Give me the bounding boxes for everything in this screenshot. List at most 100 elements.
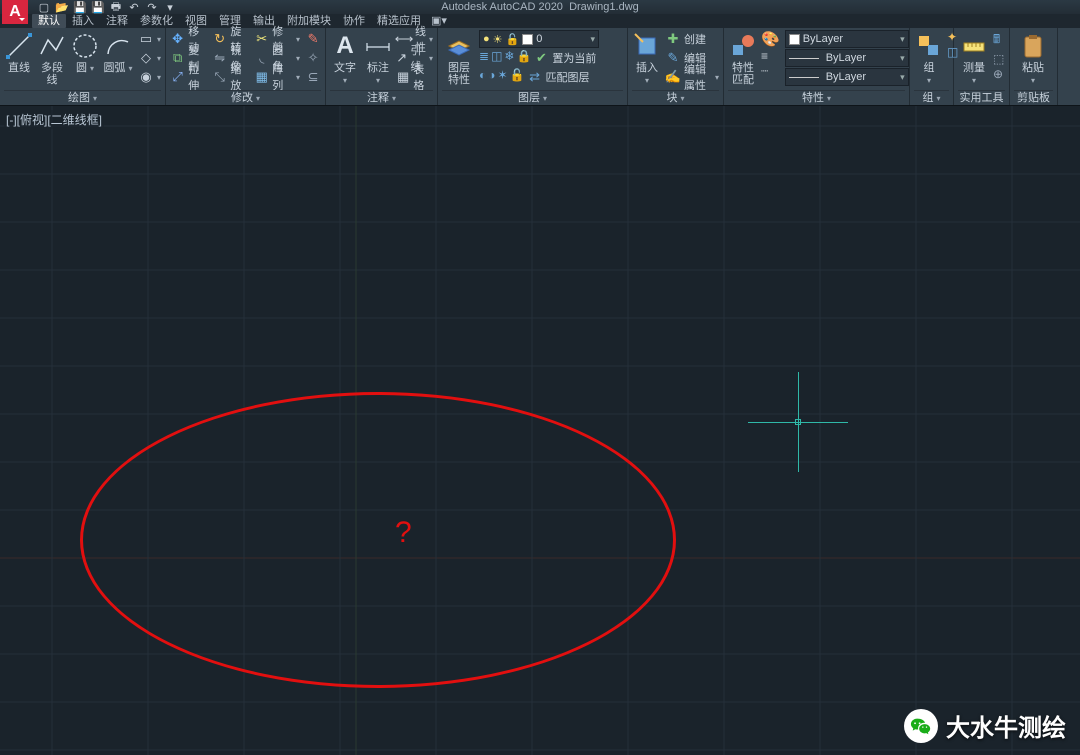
lineweight-combo[interactable]: ByLayer▾ [785,49,909,67]
line-button[interactable]: 直线 [4,30,34,74]
measure-button[interactable]: 测量▾ [958,30,990,87]
panel-title-annotate[interactable]: 注释 [330,90,433,105]
matchprop-icon [728,31,758,61]
layers-icon [444,31,474,61]
layer-freeze-icon[interactable]: ❄ [504,49,514,67]
panel-title-props[interactable]: 特性 [728,90,905,105]
array-icon: ▦ [254,69,269,85]
point-icon[interactable]: ⊕ [993,67,1004,81]
layer-iso-icon[interactable]: ◫ [491,49,502,67]
open-icon[interactable]: 📂 [53,0,71,14]
tab-more-icon[interactable]: ▣▾ [427,14,451,28]
color-swatch [789,34,800,45]
dimension-button[interactable]: 标注▾ [363,30,393,87]
panel-title-groups[interactable]: 组 [914,90,949,105]
edit-attr-button[interactable]: ✍编辑属性▾ [665,68,719,86]
color-combo[interactable]: ByLayer▾ [785,30,909,48]
layer-combo[interactable]: ● ☀ 🔓 0 ▾ [479,30,599,48]
matchprop-button[interactable]: 特性 匹配 [728,30,758,86]
viewport-label[interactable]: [-][俯视][二维线框] [4,110,104,129]
circle-button[interactable]: 圆 ▾ [70,30,100,75]
watermark-text: 大水牛测绘 [946,708,1066,743]
move-icon: ✥ [170,31,185,47]
ellipse-icon: ◉ [138,69,154,85]
offset-icon: ⊆ [305,69,321,85]
color-wheel-icon[interactable]: 🎨 [761,30,780,48]
fillet-icon: ◟ [254,50,269,66]
polyline-button[interactable]: 多段线 [37,30,67,86]
group-button[interactable]: 组▾ [914,30,944,87]
layer-props-button[interactable]: 图层 特性 [442,30,476,86]
save-icon[interactable]: 💾 [71,0,89,14]
tab-default[interactable]: 默认 [32,14,66,28]
polyline-icon [37,31,67,61]
panel-title-modify[interactable]: 修改 [170,90,321,105]
erase-button[interactable]: ✎ [305,30,321,48]
panel-draw: 直线 多段线 圆 ▾ 圆弧 ▾ ▭▾ [0,28,166,105]
stretch-button[interactable]: ⤢拉伸 [170,68,209,86]
calc-icon[interactable]: 🖩 [993,30,1004,51]
layer-state-icon[interactable]: ≣ [479,49,489,67]
select-icon[interactable]: ⬚ [993,52,1004,66]
app-menu-button[interactable]: A [2,0,28,24]
layer-lock-icon[interactable]: 🔒 [516,49,531,67]
linetype-icon[interactable]: ┈ [761,64,780,78]
new-icon[interactable]: ▢ [35,0,53,14]
offset-button[interactable]: ⊆ [305,68,321,86]
tab-collab[interactable]: 协作 [337,14,371,28]
panel-title-draw[interactable]: 绘图 [4,90,161,105]
saveas-icon[interactable]: 💾 [89,0,107,14]
make-current-button[interactable]: ✔置为当前 [533,49,596,67]
drawing-canvas[interactable]: [-][俯视][二维线框] ? 大水牛测绘 [0,106,1080,755]
undo-icon[interactable]: ↶ [125,0,143,14]
group-icon [914,31,944,61]
layer-thaw-icon[interactable]: ✶ [498,68,508,86]
layer-unlock-icon[interactable]: 🔓 [510,68,525,86]
tab-parametric[interactable]: 参数化 [134,14,179,28]
array-button[interactable]: ▦阵列▾ [254,68,300,86]
scale-button[interactable]: ⤡缩放 [212,68,251,86]
qat-more-icon[interactable]: ▾ [161,0,179,14]
ribbon-tabs: 默认 插入 注释 参数化 视图 管理 输出 附加模块 协作 精选应用 ▣▾ [0,14,1080,28]
ellipse-button[interactable]: ◉▾ [138,68,161,86]
tab-insert[interactable]: 插入 [66,14,100,28]
layer-off-icon[interactable]: ◐ [479,68,486,86]
linetype-combo[interactable]: ByLayer▾ [785,68,909,86]
insert-button[interactable]: 插入▾ [632,30,662,87]
panel-title-block[interactable]: 块 [632,90,719,105]
lineweight-icon[interactable]: ≡ [761,49,780,63]
paste-button[interactable]: 粘贴▾ [1014,30,1052,87]
create-icon: ✚ [665,31,681,47]
hatch-icon: ◇ [138,50,154,66]
panel-title-utils[interactable]: 实用工具 [958,90,1005,105]
ribbon: 直线 多段线 圆 ▾ 圆弧 ▾ ▭▾ [0,28,1080,106]
hatch-button[interactable]: ◇▾ [138,49,161,67]
line-icon [4,31,34,61]
panel-utils: 测量▾ 🖩 ⬚ ⊕ 实用工具 [954,28,1010,105]
arc-button[interactable]: 圆弧 ▾ [103,30,133,75]
lock-icon: 🔓 [506,33,520,46]
rectangle-button[interactable]: ▭▾ [138,30,161,48]
table-button[interactable]: ▦表格 [396,68,433,86]
layer-on-icon[interactable]: ◑ [488,68,495,86]
wechat-icon [904,709,938,743]
panel-groups: 组▾ ✦ ◫ 组 [910,28,954,105]
circle-icon [70,31,100,61]
panel-title-layers[interactable]: 图层 [442,90,623,105]
plot-icon[interactable]: 🖶 [107,0,125,14]
panel-modify: ✥移动 ⧉复制 ⤢拉伸 ↻旋转 ⇋镜像 ⤡缩放 ✂修剪▾ ◟圆角▾ ▦阵列▾ ✎… [166,28,326,105]
panel-title-clipboard[interactable]: 剪贴板 [1014,90,1053,105]
stretch-icon: ⤢ [170,69,185,85]
table-icon: ▦ [396,69,410,85]
text-button[interactable]: A 文字▾ [330,30,360,87]
rotate-icon: ↻ [212,31,227,47]
explode-button[interactable]: ✧ [305,49,321,67]
annotation-ellipse [80,392,676,688]
chevron-down-icon: ▾ [590,34,595,45]
panel-layers: 图层 特性 ● ☀ 🔓 0 ▾ ≣ ◫ ❄ 🔒 ✔置为当前 [438,28,628,105]
match-layer-button[interactable]: ⇄匹配图层 [527,68,590,86]
create-block-button[interactable]: ✚创建 [665,30,719,48]
arc-icon [103,31,133,61]
redo-icon[interactable]: ↷ [143,0,161,14]
explode-icon: ✧ [305,50,321,66]
